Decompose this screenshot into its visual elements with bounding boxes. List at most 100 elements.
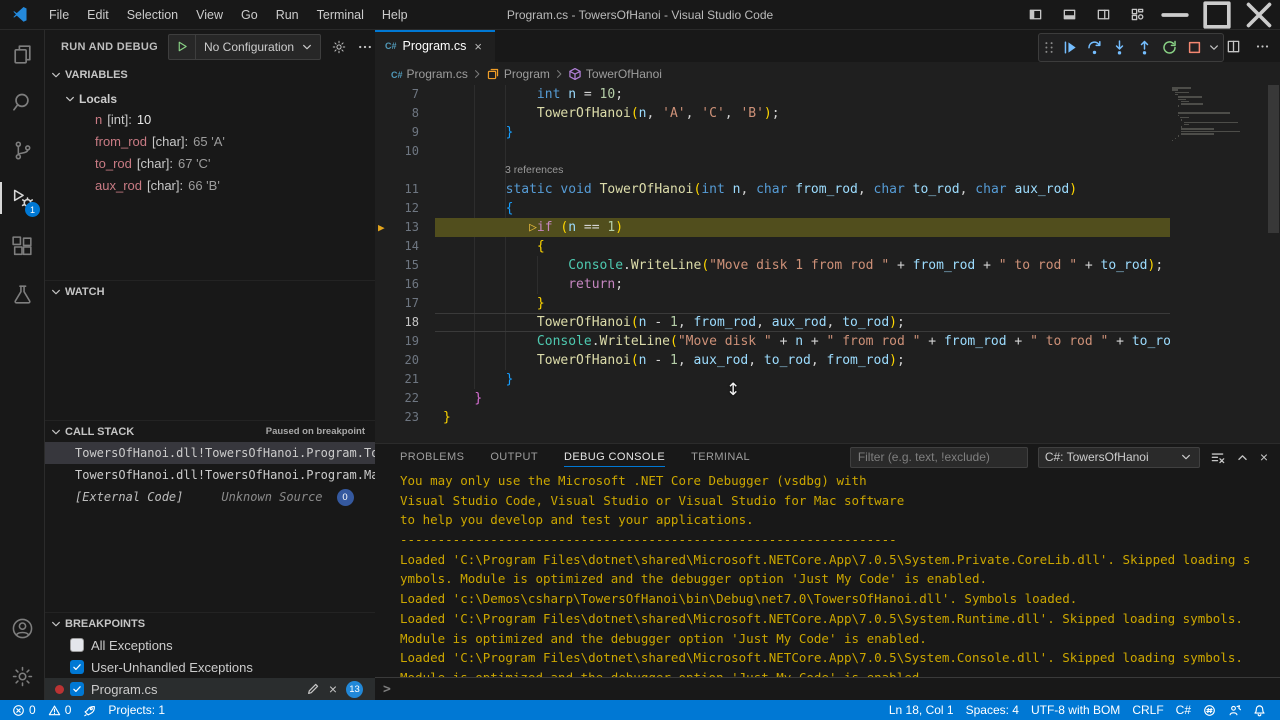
gutter[interactable]: ▶ <box>377 218 393 237</box>
gutter[interactable] <box>377 123 393 142</box>
panel-tab-output[interactable]: OUTPUT <box>490 444 538 470</box>
activity-explorer[interactable] <box>0 30 44 78</box>
gutter[interactable] <box>377 313 393 332</box>
stop-icon[interactable] <box>1182 35 1207 60</box>
gutter[interactable] <box>377 142 393 161</box>
debug-settings-gear-icon[interactable] <box>331 39 347 55</box>
variable-row[interactable]: to_rod[char]:67 'C' <box>45 152 375 174</box>
menu-run[interactable]: Run <box>267 0 308 30</box>
gutter[interactable] <box>377 294 393 313</box>
status-eol[interactable]: CRLF <box>1126 703 1169 717</box>
activity-testing[interactable] <box>0 270 44 318</box>
code-line-7[interactable]: 7 int n = 10; <box>375 85 1170 104</box>
editor-scrollbar[interactable] <box>1267 85 1280 443</box>
variables-section-header[interactable]: VARIABLES <box>45 64 375 86</box>
breakpoint-checkbox[interactable] <box>70 682 84 696</box>
code-line-10[interactable]: 10 <box>375 142 1170 161</box>
close-tab-icon[interactable]: × <box>474 39 482 54</box>
gutter[interactable] <box>377 275 393 294</box>
toggle-panel-icon[interactable] <box>1052 0 1086 30</box>
gutter[interactable] <box>377 408 393 427</box>
remove-breakpoint-icon[interactable]: × <box>329 681 337 697</box>
code-line-8[interactable]: 8 TowerOfHanoi(n, 'A', 'C', 'B'); <box>375 104 1170 123</box>
toggle-secondary-sidebar-icon[interactable] <box>1086 0 1120 30</box>
clear-console-icon[interactable] <box>1210 450 1225 465</box>
panel-tab-debug-console[interactable]: DEBUG CONSOLE <box>564 444 665 470</box>
close-window-button[interactable] <box>1238 0 1280 30</box>
call-stack-frame[interactable]: TowersOfHanoi.dll!TowersOfHanoi.Program.… <box>45 464 375 486</box>
menu-selection[interactable]: Selection <box>118 0 187 30</box>
minimap[interactable] <box>1172 85 1267 443</box>
views-more-actions-icon[interactable] <box>357 39 373 55</box>
activity-source-control[interactable] <box>0 126 44 174</box>
step-into-icon[interactable] <box>1107 35 1132 60</box>
call-stack-section-header[interactable]: CALL STACK Paused on breakpoint <box>45 420 375 442</box>
gutter[interactable] <box>377 389 393 408</box>
breakpoint-checkbox[interactable] <box>70 660 84 674</box>
activity-search[interactable] <box>0 78 44 126</box>
activity-accounts[interactable] <box>0 604 44 652</box>
breadcrumb-item-towerofhanoi[interactable]: TowerOfHanoi <box>568 67 662 81</box>
tab-program-cs[interactable]: C# Program.cs × <box>375 30 495 62</box>
variable-row[interactable]: aux_rod[char]:66 'B' <box>45 174 375 196</box>
gutter[interactable] <box>377 104 393 123</box>
gutter[interactable] <box>377 199 393 218</box>
code-line-17[interactable]: 17 } <box>375 294 1170 313</box>
debug-session-select[interactable]: C#: TowersOfHanoi <box>1038 447 1200 468</box>
gutter[interactable] <box>377 180 393 199</box>
gutter[interactable] <box>377 332 393 351</box>
breakpoint-row[interactable]: User-Unhandled Exceptions <box>45 656 375 678</box>
codelens-references[interactable]: 3 references <box>505 161 563 180</box>
status-encoding[interactable]: UTF-8 with BOM <box>1025 703 1126 717</box>
scrollbar-thumb[interactable] <box>1268 85 1279 233</box>
menu-help[interactable]: Help <box>373 0 417 30</box>
panel-tab-problems[interactable]: PROBLEMS <box>400 444 464 470</box>
code-line-13[interactable]: ▶13 ▷if (n == 1) <box>375 218 1170 237</box>
scope-locals[interactable]: Locals <box>45 88 375 110</box>
gutter[interactable] <box>377 351 393 370</box>
watch-section-header[interactable]: WATCH <box>45 280 375 302</box>
stop-dropdown-icon[interactable] <box>1207 35 1221 60</box>
variable-row[interactable]: from_rod[char]:65 'A' <box>45 130 375 152</box>
status-csharp-project-status[interactable] <box>1197 704 1222 717</box>
breadcrumb-item-program[interactable]: Program <box>486 67 550 81</box>
variable-row[interactable]: n[int]:10 <box>45 108 375 130</box>
code-line-22[interactable]: 22 } <box>375 389 1170 408</box>
gutter[interactable] <box>377 85 393 104</box>
code-line-18[interactable]: 18 TowerOfHanoi(n - 1, from_rod, aux_rod… <box>375 313 1170 332</box>
gutter[interactable] <box>377 256 393 275</box>
code-line-14[interactable]: 14 { <box>375 237 1170 256</box>
status-feedback[interactable] <box>1222 704 1247 717</box>
gutter[interactable] <box>377 370 393 389</box>
debug-console-output[interactable]: You may only use the Microsoft .NET Core… <box>400 471 1276 677</box>
drag-grip-icon[interactable] <box>1041 35 1057 60</box>
menu-file[interactable]: File <box>40 0 78 30</box>
code-line-15[interactable]: 15 Console.WriteLine("Move disk 1 from r… <box>375 256 1170 275</box>
code-line-9[interactable]: 9 } <box>375 123 1170 142</box>
status-notifications[interactable] <box>1247 704 1272 717</box>
close-panel-icon[interactable]: × <box>1260 449 1268 465</box>
code-line-11[interactable]: 11 static void TowerOfHanoi(int n, char … <box>375 180 1170 199</box>
breakpoint-row[interactable]: All Exceptions <box>45 634 375 656</box>
editor-more-actions-icon[interactable] <box>1255 39 1270 54</box>
status-csharp-devkit[interactable] <box>77 704 102 717</box>
status-cursor-position[interactable]: Ln 18, Col 1 <box>883 703 960 717</box>
minimize-button[interactable] <box>1154 0 1196 30</box>
breadcrumb-item-program-cs[interactable]: C#Program.cs <box>391 67 468 81</box>
code-line-21[interactable]: 21 } <box>375 370 1170 389</box>
launch-configuration-dropdown[interactable]: No Configuration <box>168 34 321 60</box>
edit-breakpoint-icon[interactable] <box>306 682 320 696</box>
menu-view[interactable]: View <box>187 0 232 30</box>
menu-terminal[interactable]: Terminal <box>308 0 373 30</box>
menu-go[interactable]: Go <box>232 0 267 30</box>
breakpoints-section-header[interactable]: BREAKPOINTS <box>45 612 375 634</box>
breakpoint-row[interactable]: Program.cs×13 <box>45 678 375 700</box>
breakpoint-checkbox[interactable] <box>70 638 84 652</box>
code-line-16[interactable]: 16 return; <box>375 275 1170 294</box>
status-indentation[interactable]: Spaces: 4 <box>960 703 1025 717</box>
console-filter-input[interactable] <box>850 447 1028 468</box>
code-editor[interactable]: 7 int n = 10;8 TowerOfHanoi(n, 'A', 'C',… <box>375 85 1170 443</box>
panel-tab-terminal[interactable]: TERMINAL <box>691 444 750 470</box>
continue-icon[interactable] <box>1057 35 1082 60</box>
status-warnings[interactable]: 0 <box>42 703 78 717</box>
